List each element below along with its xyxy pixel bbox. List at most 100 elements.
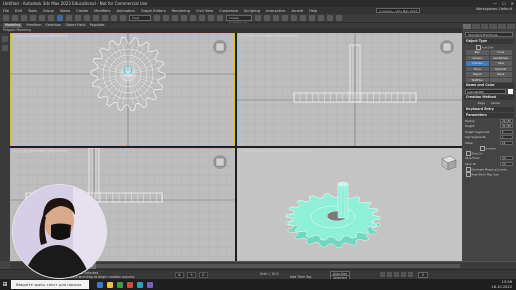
menu-animation[interactable]: Animation: [117, 9, 135, 13]
menu-scripting[interactable]: Scripting: [244, 9, 260, 13]
rollout-parameters[interactable]: Parameters: [464, 112, 514, 118]
render-production-icon[interactable]: [336, 15, 342, 21]
hierarchy-tab-icon[interactable]: [480, 24, 489, 29]
viewport-label-perspective[interactable]: [+] [Perspective] [Standard] [Edged Face…: [239, 149, 312, 153]
menu-group[interactable]: Group: [43, 9, 54, 13]
timeline-track[interactable]: [80, 264, 460, 268]
go-to-end-icon[interactable]: [408, 272, 413, 277]
z-coord-field[interactable]: Z:: [198, 272, 209, 278]
viewport-perspective[interactable]: [+] [Perspective] [Standard] [Edged Face…: [237, 148, 462, 261]
slice-from-spinner[interactable]: 0,0: [500, 156, 513, 161]
plane-button[interactable]: Plane: [489, 72, 512, 77]
viewport-front[interactable]: [+] [Front] [Standard] [Wireframe]: [237, 33, 462, 146]
menu-tools[interactable]: Tools: [28, 9, 37, 13]
generate-mapping-checkbox[interactable]: Generate Mapping Coords.: [466, 167, 512, 171]
percent-snap-icon[interactable]: [199, 15, 205, 21]
cone-button[interactable]: Cone: [489, 50, 512, 55]
real-world-map-checkbox[interactable]: Real-World Map Size: [466, 172, 512, 176]
taskbar-search-input[interactable]: Введите здесь текст для поиска: [11, 280, 89, 289]
primitive-category-dropdown[interactable]: Standard Primitives: [465, 32, 513, 37]
system-tray-clock[interactable]: 13:56 18.10.2022: [491, 280, 512, 289]
3dsmax-taskbar-icon[interactable]: [137, 281, 143, 288]
layout-tab-icon[interactable]: [2, 36, 8, 42]
creation-center-radio[interactable]: Center: [491, 101, 500, 105]
menu-civil-view[interactable]: Civil View: [196, 9, 213, 13]
create-tab-icon[interactable]: [463, 24, 471, 29]
viewport-top[interactable]: [+] [Top] [Standard] [Wireframe]: [10, 33, 235, 146]
viewcube-front[interactable]: [440, 40, 454, 54]
viewport-label-left[interactable]: [+] [Left] [Standard] [Wireframe]: [12, 149, 68, 153]
link-icon[interactable]: [21, 15, 27, 21]
undo-icon[interactable]: [3, 15, 9, 21]
move-icon[interactable]: [93, 15, 99, 21]
utilities-tab-icon[interactable]: [507, 24, 515, 29]
menu-graph-editors[interactable]: Graph Editors: [141, 9, 166, 13]
cylinder-button[interactable]: Cylinder: [466, 61, 489, 66]
menu-edit[interactable]: Edit: [15, 9, 22, 13]
rollout-name-and-color[interactable]: Name and Color: [464, 83, 514, 88]
scene-explorer-icon[interactable]: [2, 45, 8, 51]
teapot-button[interactable]: Teapot: [466, 72, 489, 77]
app-icon-purple[interactable]: [147, 281, 153, 288]
minimize-button[interactable]: —: [493, 0, 497, 7]
y-coord-field[interactable]: Y:: [187, 272, 196, 278]
unlink-icon[interactable]: [30, 15, 36, 21]
schematic-view-icon[interactable]: [300, 15, 306, 21]
autogrid-checkbox[interactable]: AutoGrid: [476, 45, 512, 49]
render-setup-icon[interactable]: [318, 15, 324, 21]
select-object-icon[interactable]: [57, 15, 63, 21]
task-view-icon[interactable]: [97, 281, 103, 288]
tube-button[interactable]: Tube: [489, 61, 512, 66]
rect-selection-icon[interactable]: [75, 15, 81, 21]
object-color-swatch[interactable]: [508, 89, 513, 94]
placement-icon[interactable]: [120, 15, 126, 21]
menu-modifiers[interactable]: Modifiers: [94, 9, 110, 13]
angle-snap-icon[interactable]: [190, 15, 196, 21]
menu-interactive[interactable]: Interactive: [266, 9, 285, 13]
material-editor-icon[interactable]: [309, 15, 315, 21]
pivot-center-icon[interactable]: [154, 15, 160, 21]
creation-edge-radio[interactable]: Edge: [478, 101, 485, 105]
workspaces-dropdown[interactable]: Workspaces: Default: [476, 7, 512, 11]
rollout-keyboard-entry[interactable]: Keyboard Entry: [464, 106, 514, 112]
geosphere-button[interactable]: GeoSphere: [489, 55, 512, 60]
select-manipulate-icon[interactable]: [163, 15, 169, 21]
app-icon-red[interactable]: [127, 281, 133, 288]
toggle-ribbon-icon[interactable]: [282, 15, 288, 21]
project-path-field[interactable]: C:\Users\...\3ds Max 2023 Edu...: [376, 8, 420, 17]
viewcube-left[interactable]: [213, 155, 227, 169]
spinner-snap-icon[interactable]: [208, 15, 214, 21]
next-frame-icon[interactable]: [401, 272, 406, 277]
viewport-label-top[interactable]: [+] [Top] [Standard] [Wireframe]: [12, 34, 67, 38]
menu-rendering[interactable]: Rendering: [172, 9, 190, 13]
slice-to-spinner[interactable]: 0,0: [500, 161, 513, 166]
redo-icon[interactable]: [12, 15, 18, 21]
height-segments-spinner[interactable]: 5: [500, 129, 513, 134]
modify-tab-icon[interactable]: [471, 24, 480, 29]
radius-spinner[interactable]: 26,185: [500, 118, 513, 123]
rollout-creation-method[interactable]: Creation Method: [464, 95, 514, 100]
slice-on-checkbox[interactable]: Slice On: [466, 151, 512, 155]
mirror-icon[interactable]: [255, 15, 261, 21]
window-crossing-icon[interactable]: [84, 15, 90, 21]
rendered-frame-icon[interactable]: [327, 15, 333, 21]
cap-segments-spinner[interactable]: 1: [500, 135, 513, 140]
keyboard-shortcut-icon[interactable]: [172, 15, 178, 21]
height-spinner[interactable]: 35,399: [500, 124, 513, 129]
smooth-checkbox[interactable]: Smooth: [480, 146, 512, 150]
curve-editor-icon[interactable]: [291, 15, 297, 21]
menu-create[interactable]: Create: [76, 9, 88, 13]
maximize-button[interactable]: ☐: [502, 0, 506, 7]
align-icon[interactable]: [264, 15, 270, 21]
menu-file[interactable]: File: [3, 9, 9, 13]
edit-named-sel-icon[interactable]: [217, 15, 223, 21]
bind-space-warp-icon[interactable]: [39, 15, 45, 21]
object-name-input[interactable]: Cylinder002: [465, 89, 506, 94]
selection-filter-icon[interactable]: [48, 15, 54, 21]
play-icon[interactable]: [394, 272, 399, 277]
named-selection-dropdown[interactable]: Create Selection Se: [226, 15, 252, 25]
rotate-icon[interactable]: [102, 15, 108, 21]
torus-button[interactable]: Torus: [466, 66, 489, 71]
reference-coord-dropdown[interactable]: View: [129, 15, 151, 21]
viewcube-top[interactable]: [213, 40, 227, 54]
